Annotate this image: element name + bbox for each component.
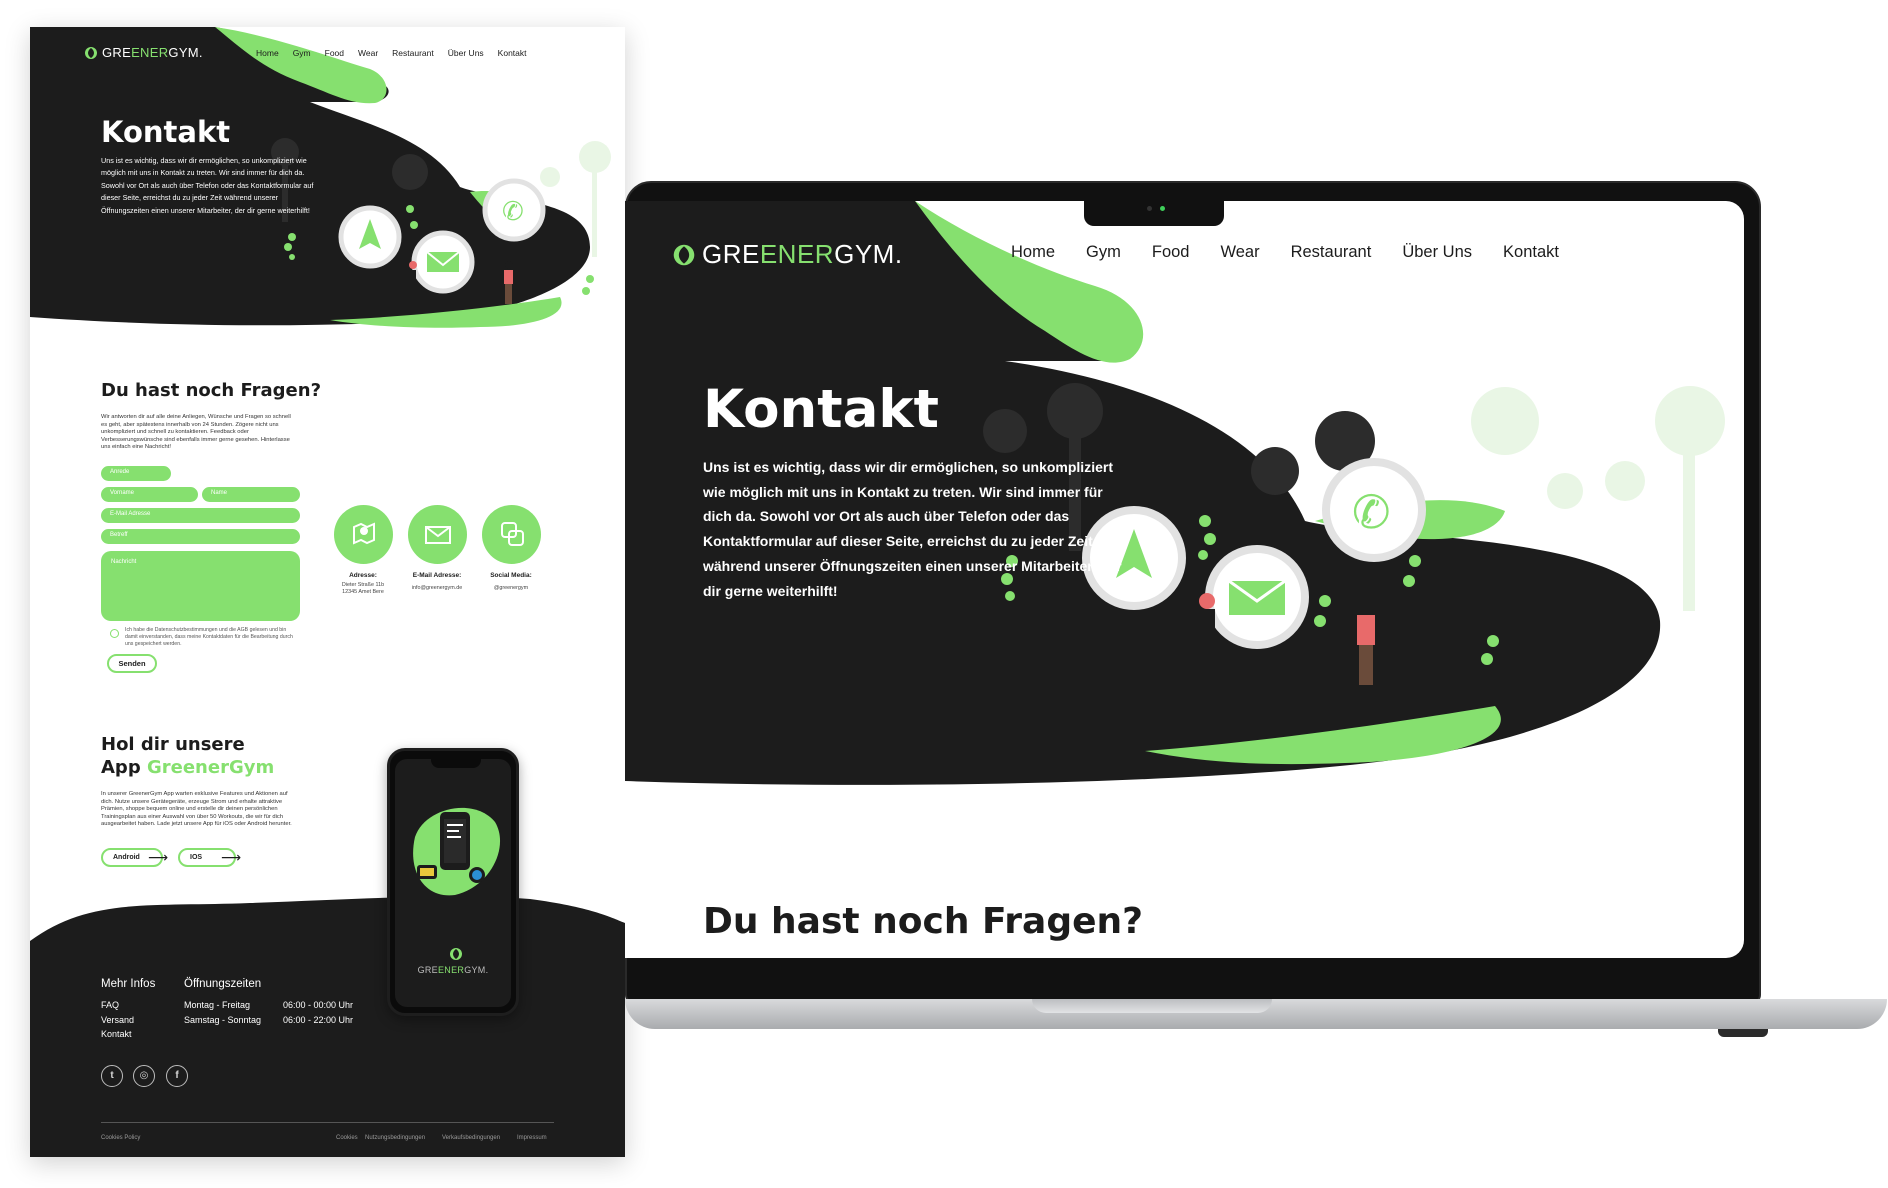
brand-name-post: GYM. <box>168 45 203 60</box>
footer-more-links: FAQ Versand Kontakt <box>101 998 134 1042</box>
laptop-nav-kontakt[interactable]: Kontakt <box>1503 243 1559 262</box>
nav-restaurant[interactable]: Restaurant <box>392 48 434 58</box>
social-value[interactable]: @greenergym <box>466 585 556 592</box>
footer-link-versand[interactable]: Versand <box>101 1013 134 1028</box>
email-circle <box>408 505 467 564</box>
phone-brand-mid: ENER <box>437 965 465 975</box>
footer-hours-heading: Öffnungszeiten <box>184 978 262 990</box>
camera-lens-icon <box>1147 206 1152 211</box>
consent-checkbox[interactable] <box>110 629 119 638</box>
hours-time-weekday: 06:00 - 00:00 Uhr <box>283 1000 354 1010</box>
brand-logo[interactable]: GREENERGYM. <box>84 45 203 60</box>
fullpage-mockup: ✆ GREENERGYM. Home Gym Food Wear Restaur… <box>30 27 625 1157</box>
hero-text: Uns ist es wichtig, dass wir dir ermögli… <box>101 156 314 215</box>
laptop-brand-post: GYM. <box>834 239 903 269</box>
ios-arrow-icon: ⟶ <box>221 849 242 865</box>
phone-brand-post: GYM. <box>464 965 489 975</box>
nav-food[interactable]: Food <box>325 48 344 58</box>
legal-link-verkauf[interactable]: Verkaufsbedingungen <box>442 1135 500 1141</box>
laptop-main-nav: Home Gym Food Wear Restaurant Über Uns K… <box>1011 243 1559 262</box>
app-heading: Hol dir unsere App GreenerGym <box>101 733 274 779</box>
nav-ueber-uns[interactable]: Über Uns <box>448 48 484 58</box>
laptop-brand-mid: ENER <box>759 239 835 269</box>
laptop-brand-logo[interactable]: GREENERGYM. <box>672 239 903 270</box>
svg-text:✆: ✆ <box>502 197 524 227</box>
social-icon <box>501 522 524 546</box>
phone-brand-logo: GREENERGYM. <box>395 965 511 975</box>
footer-link-faq[interactable]: FAQ <box>101 998 134 1013</box>
name-field[interactable]: Name <box>202 487 300 502</box>
facebook-icon[interactable]: f <box>166 1065 188 1087</box>
footer-hours-times: 06:00 - 00:00 Uhr 06:00 - 22:00 Uhr <box>283 998 353 1027</box>
laptop-foot <box>1718 1029 1768 1037</box>
app-heading-brand: GreenerGym <box>146 757 275 778</box>
laptop-leaf-logo-icon <box>673 244 695 265</box>
footer-more-heading: Mehr Infos <box>101 978 156 990</box>
phone-brand-pre: GRE <box>417 965 438 975</box>
leaf-logo-icon <box>85 46 97 59</box>
nav-home[interactable]: Home <box>256 48 279 58</box>
laptop-questions-heading: Du hast noch Fragen? <box>703 901 1144 942</box>
laptop-nav-restaurant[interactable]: Restaurant <box>1291 243 1372 262</box>
legal-link-cookies[interactable]: Cookies <box>336 1135 358 1141</box>
legal-link-impressum[interactable]: Impressum <box>517 1135 547 1141</box>
cookie-policy-link[interactable]: Cookies Policy <box>101 1135 140 1141</box>
phone-mockup: GREENERGYM. <box>387 748 519 1016</box>
email-field[interactable]: E-Mail Adresse <box>101 508 300 523</box>
phone-leaf-logo-icon <box>450 948 462 960</box>
app-heading-app: App <box>101 757 141 778</box>
nav-gym[interactable]: Gym <box>293 48 311 58</box>
app-heading-line1: Hol dir unsere <box>101 734 245 755</box>
anrede-select[interactable]: Anrede <box>101 466 171 481</box>
map-icon <box>353 522 375 545</box>
twitter-icon[interactable]: t <box>101 1065 123 1087</box>
laptop-hero-text: Uns ist es wichtig, dass wir dir ermögli… <box>703 459 1122 599</box>
footer-hours-days: Montag - Freitag Samstag - Sonntag <box>184 998 261 1027</box>
hours-time-weekend: 06:00 - 22:00 Uhr <box>283 1014 354 1025</box>
address-circle <box>334 505 393 564</box>
svg-text:✆: ✆ <box>1352 485 1391 539</box>
consent-text: Ich habe die Datenschutzbestimmungen und… <box>125 627 293 647</box>
nachricht-textarea[interactable]: Nachricht <box>101 551 300 621</box>
footer-link-kontakt[interactable]: Kontakt <box>101 1027 134 1042</box>
laptop-hero-title: Kontakt <box>703 379 939 440</box>
legal-link-nutzung[interactable]: Nutzungsbedingungen <box>365 1135 425 1141</box>
phone-screen: GREENERGYM. <box>395 759 511 1007</box>
vorname-field[interactable]: Vorname <box>101 487 198 502</box>
questions-heading: Du hast noch Fragen? <box>101 380 322 401</box>
main-nav: Home Gym Food Wear Restaurant Über Uns K… <box>256 48 527 58</box>
mail-icon <box>425 526 451 544</box>
laptop-nav-home[interactable]: Home <box>1011 243 1055 262</box>
instagram-icon[interactable]: ◎ <box>133 1065 155 1087</box>
hero-title: Kontakt <box>101 115 231 149</box>
footer-divider <box>101 1122 554 1123</box>
laptop-camera-notch <box>1084 201 1224 226</box>
camera-indicator-icon <box>1160 206 1165 211</box>
laptop-nav-wear[interactable]: Wear <box>1220 243 1259 262</box>
nav-wear[interactable]: Wear <box>358 48 378 58</box>
questions-intro: Wir antworten dir auf alle deine Anliege… <box>101 414 291 451</box>
nav-kontakt[interactable]: Kontakt <box>498 48 527 58</box>
betreff-field[interactable]: Betreff <box>101 529 300 544</box>
social-label: Social Media: <box>490 572 532 579</box>
phone-app-illustration <box>413 807 501 896</box>
laptop-nav-gym[interactable]: Gym <box>1086 243 1121 262</box>
laptop-nav-food[interactable]: Food <box>1152 243 1190 262</box>
send-button[interactable]: Senden <box>107 654 157 673</box>
laptop-brand-pre: GRE <box>702 239 760 269</box>
laptop-base-notch <box>1032 999 1272 1013</box>
hours-days-weekday: Montag - Freitag <box>184 1000 251 1010</box>
app-text: In unserer GreenerGym App warten exklusi… <box>101 791 292 828</box>
phone-notch <box>431 759 481 768</box>
android-arrow-icon: ⟶ <box>148 849 169 865</box>
social-circle <box>482 505 541 564</box>
brand-name-pre: GRE <box>102 45 132 60</box>
laptop-nav-ueber-uns[interactable]: Über Uns <box>1402 243 1472 262</box>
brand-name-mid: ENER <box>131 45 169 60</box>
laptop-screen: ✆ GREENERGYM. Home Gym Food Wear Restaur… <box>625 201 1744 958</box>
hours-days-weekend: Samstag - Sonntag <box>184 1014 262 1025</box>
